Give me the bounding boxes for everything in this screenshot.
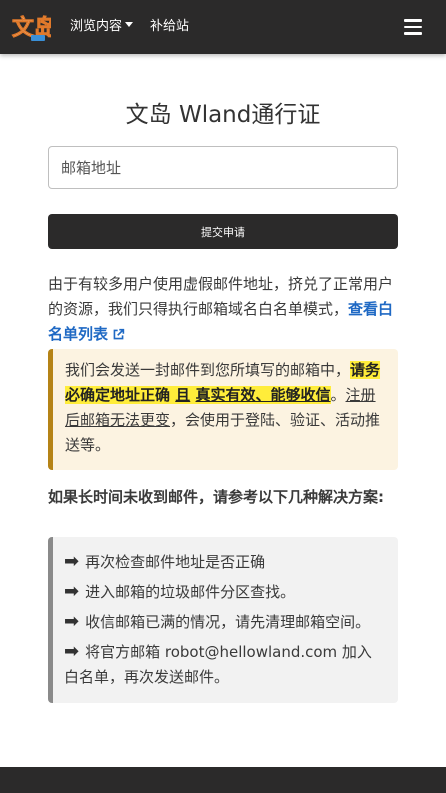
- notice-text: 由于有较多用户使用虚假邮件地址，挤兑了正常用户的资源，我们只得执行邮箱域名白名单…: [48, 275, 394, 318]
- help-item: ➡ 将官方邮箱 robot@hellowland.com 加入白名单，再次发送邮件…: [64, 639, 386, 690]
- site-logo[interactable]: 文岛: [11, 11, 51, 43]
- help-item-text: 再次检查邮件地址是否正确: [85, 553, 266, 571]
- arrow-right-icon: ➡: [64, 551, 80, 572]
- navbar: 文岛 浏览内容 补给站: [0, 0, 446, 54]
- warning-period: 。: [330, 386, 346, 404]
- page-title: 文岛 Wland通行证: [125, 102, 321, 128]
- footer: [0, 767, 446, 793]
- help-item: ➡ 收信邮箱已满的情况，请先清理邮箱空间。: [64, 609, 386, 635]
- warning-highlight-c: 真实有效、能够收信: [195, 386, 331, 404]
- warning-text-1: 我们会发送一封邮件到您所填写的邮箱中，: [65, 361, 351, 379]
- help-item: ➡ 再次检查邮件地址是否正确: [64, 549, 386, 575]
- caret-down-icon: [125, 22, 134, 27]
- help-list: ➡ 再次检查邮件地址是否正确 ➡ 进入邮箱的垃圾邮件分区查找。 ➡ 收信邮箱已满的情况…: [48, 537, 398, 703]
- warning-highlight-b: 且: [175, 386, 191, 404]
- arrow-right-icon: ➡: [64, 641, 80, 662]
- help-item: ➡ 进入邮箱的垃圾邮件分区查找。: [64, 579, 386, 605]
- help-item-text: 收信邮箱已满的情况，请先清理邮箱空间。: [85, 613, 371, 631]
- arrow-right-icon: ➡: [64, 611, 80, 632]
- nav-browse-label: 浏览内容: [70, 19, 123, 34]
- warning-callout: 我们会发送一封邮件到您所填写的邮箱中，请务必确定地址正确 且 真实有效、能够收信…: [48, 349, 398, 470]
- menu-icon[interactable]: [404, 19, 422, 35]
- email-input[interactable]: [48, 146, 398, 189]
- submit-button[interactable]: 提交申请: [48, 214, 398, 249]
- nav-browse-dropdown[interactable]: 浏览内容: [70, 18, 134, 36]
- external-link-icon: [113, 328, 125, 340]
- help-item-text: 将官方邮箱 robot@hellowland.com 加入白名单，再次发送邮件。: [64, 643, 372, 686]
- arrow-right-icon: ➡: [64, 581, 80, 602]
- whitelist-notice: 由于有较多用户使用虚假邮件地址，挤兑了正常用户的资源，我们只得执行邮箱域名白名单…: [48, 272, 400, 347]
- nav-supply-link[interactable]: 补给站: [150, 18, 189, 36]
- help-item-text: 进入邮箱的垃圾邮件分区查找。: [85, 583, 296, 601]
- help-title: 如果长时间未收到邮件，请参考以下几种解决方案:: [48, 488, 385, 506]
